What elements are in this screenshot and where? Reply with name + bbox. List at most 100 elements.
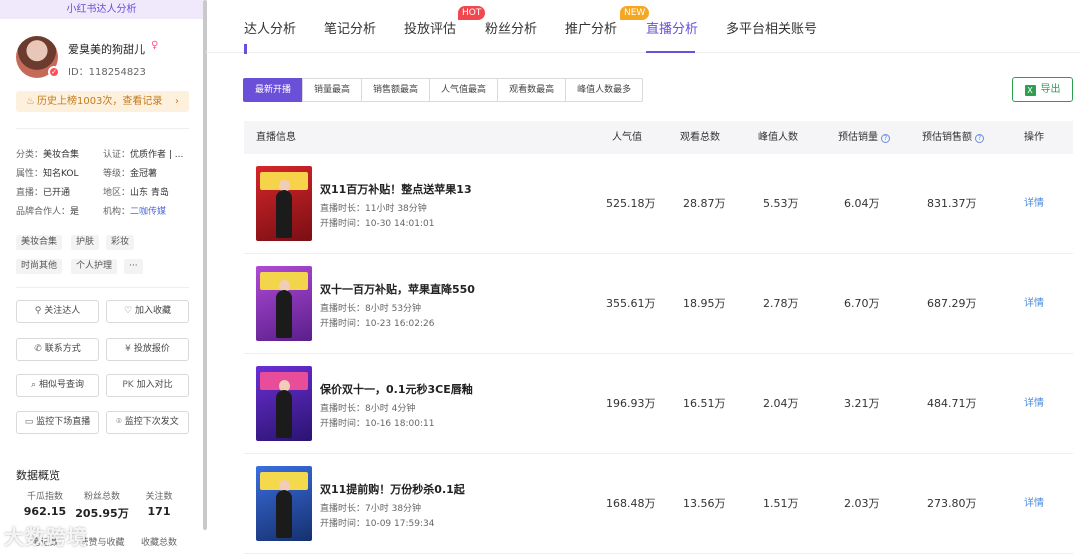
tab-placement-evaluation[interactable]: 投放评估 (404, 18, 456, 37)
follow-button[interactable]: ⚲ 关注达人 (16, 300, 99, 323)
live-cover-thumbnail[interactable] (256, 166, 312, 241)
est-revenue-value: 831.37万 (927, 197, 977, 210)
compare-button[interactable]: PK 加入对比 (106, 374, 189, 397)
col-est-sales[interactable]: 预估销量? (838, 121, 890, 154)
est-sales-value: 6.70万 (844, 297, 880, 310)
pin-icon: ⌾ (116, 417, 122, 427)
live-start-time: 开播时间：10-23 16:02:26 (320, 319, 435, 329)
live-title[interactable]: 双11百万补贴！整点送苹果13 (320, 181, 472, 197)
table-row: 双11百万补贴！整点送苹果13 直播时长：11小时 38分钟 开播时间：10-3… (244, 154, 1073, 254)
help-icon[interactable]: ? (881, 134, 890, 143)
table-row: 双11提前购！万份秒杀0.1起 直播时长：7小时 38分钟 开播时间：10-09… (244, 454, 1073, 554)
info-region: 地区：山东 青岛 (103, 188, 169, 198)
popularity-value: 196.93万 (606, 397, 656, 410)
monitor-live-button[interactable]: ▭ 监控下场直播 (16, 411, 99, 434)
detail-link[interactable]: 详情 (1024, 254, 1044, 354)
influencer-name: 爱臭美的狗甜儿 (68, 43, 145, 56)
tab-live-analysis[interactable]: 直播分析 (646, 18, 698, 37)
tag-item[interactable]: 美妆合集 (16, 235, 63, 250)
live-duration: 直播时长：11小时 38分钟 (320, 204, 427, 214)
live-start-time: 开播时间：10-16 18:00:11 (320, 419, 435, 429)
agency-link[interactable]: 二咖传媒 (130, 207, 166, 217)
col-est-revenue[interactable]: 预估销售额? (922, 121, 984, 154)
filter-top-revenue[interactable]: 销售额最高 (361, 78, 431, 102)
divider (16, 128, 189, 129)
filter-latest[interactable]: 最新开播 (243, 78, 304, 102)
info-agency: 机构：二咖传媒 (103, 207, 167, 217)
tab-multi-platform[interactable]: 多平台相关账号 (726, 18, 817, 37)
live-cover-thumbnail[interactable] (256, 466, 312, 541)
tab-promotion-analysis[interactable]: 推广分析 (565, 18, 617, 37)
est-sales-value: 6.04万 (844, 197, 880, 210)
views-value: 28.87万 (683, 197, 726, 210)
detail-link[interactable]: 详情 (1024, 154, 1044, 254)
tab-fans-analysis[interactable]: 粉丝分析 (485, 18, 537, 37)
views-value: 16.51万 (683, 397, 726, 410)
info-level: 等级：金冠薯 (103, 169, 158, 179)
stat-label: 千瓜指数 (26, 492, 63, 502)
tag-item[interactable]: 时尚其他 (16, 259, 63, 274)
filter-top-views[interactable]: 观看数最高 (497, 78, 567, 102)
tab-influencer-analysis[interactable]: 达人分析 (244, 18, 296, 37)
app-root: 小红书达人分析 ✓ 爱臭美的狗甜儿 ♀ ID：118254823 ♨ 历史上榜10… (0, 0, 1080, 555)
sidebar-scrollbar[interactable] (203, 0, 207, 530)
live-title[interactable]: 双十一百万补贴，苹果直降550 (320, 281, 475, 297)
stat-value: 205.95万 (75, 507, 129, 520)
monitor-post-button[interactable]: ⌾ 监控下次发文 (106, 411, 189, 434)
peak-value: 5.53万 (763, 197, 799, 210)
filter-top-sales[interactable]: 销量最高 (302, 78, 363, 102)
section-marker (244, 44, 247, 54)
peak-value: 1.51万 (763, 497, 799, 510)
more-tags-button[interactable]: ··· (124, 259, 143, 274)
filter-top-peak[interactable]: 峰值人数最多 (565, 78, 644, 102)
stat-label: 粉丝总数 (83, 492, 120, 502)
peak-value: 2.04万 (763, 397, 799, 410)
live-start-time: 开播时间：10-09 17:59:34 (320, 519, 435, 529)
est-revenue-value: 273.80万 (927, 497, 977, 510)
help-icon[interactable]: ? (975, 134, 984, 143)
video-icon: ▭ (24, 417, 34, 427)
female-gender-icon: ♀ (151, 40, 159, 51)
popularity-value: 355.61万 (606, 297, 656, 310)
info-category: 分类：美妆合集 (16, 150, 80, 160)
contact-button[interactable]: ✆ 联系方式 (16, 338, 99, 361)
search-icon: ⌕ (30, 380, 37, 390)
tag-item[interactable]: 护肤 (71, 235, 100, 250)
follow-icon: ⚲ (34, 306, 42, 316)
influencer-id: ID：118254823 (68, 67, 146, 78)
info-attribute: 属性：知名KOL (16, 169, 79, 179)
active-tab-indicator (646, 51, 695, 53)
col-peak[interactable]: 峰值人数 (758, 121, 798, 154)
favorite-button[interactable]: ♡ 加入收藏 (106, 300, 189, 323)
info-brand-partner: 品牌合作人：是 (16, 207, 80, 217)
detail-link[interactable]: 详情 (1024, 354, 1044, 454)
detail-link[interactable]: 详情 (1024, 454, 1044, 554)
table-row: 双十一百万补贴，苹果直降550 直播时长：8小时 53分钟 开播时间：10-23… (244, 254, 1073, 354)
similar-search-button[interactable]: ⌕ 相似号查询 (16, 374, 99, 397)
live-cover-thumbnail[interactable] (256, 266, 312, 341)
peak-value: 2.78万 (763, 297, 799, 310)
live-start-time: 开播时间：10-30 14:01:01 (320, 219, 435, 229)
live-title[interactable]: 双11提前购！万份秒杀0.1起 (320, 481, 465, 497)
tag-item[interactable]: 个人护理 (71, 259, 118, 274)
divider (16, 287, 189, 288)
est-revenue-value: 687.29万 (927, 297, 977, 310)
live-title[interactable]: 保价双十一，0.1元秒3CE唇釉 (320, 381, 473, 397)
tag-item[interactable]: 彩妆 (106, 235, 135, 250)
info-live: 直播：已开通 (16, 188, 71, 198)
popularity-value: 168.48万 (606, 497, 656, 510)
tab-notes-analysis[interactable]: 笔记分析 (324, 18, 376, 37)
col-action: 操作 (1024, 132, 1044, 143)
live-cover-thumbnail[interactable] (256, 366, 312, 441)
popularity-value: 525.18万 (606, 197, 656, 210)
est-revenue-value: 484.71万 (927, 397, 977, 410)
filter-top-popularity[interactable]: 人气值最高 (429, 78, 499, 102)
export-button[interactable]: X 导出 (1012, 77, 1073, 102)
est-sales-value: 3.21万 (844, 397, 880, 410)
quote-button[interactable]: ¥ 投放报价 (106, 338, 189, 361)
col-popularity[interactable]: 人气值 (612, 121, 642, 154)
hot-badge: HOT (458, 6, 486, 20)
live-duration: 直播时长：7小时 38分钟 (320, 504, 422, 514)
history-ranking-link[interactable]: ♨ 历史上榜1003次，查看记录 › (16, 91, 189, 112)
col-views[interactable]: 观看总数 (680, 121, 720, 154)
